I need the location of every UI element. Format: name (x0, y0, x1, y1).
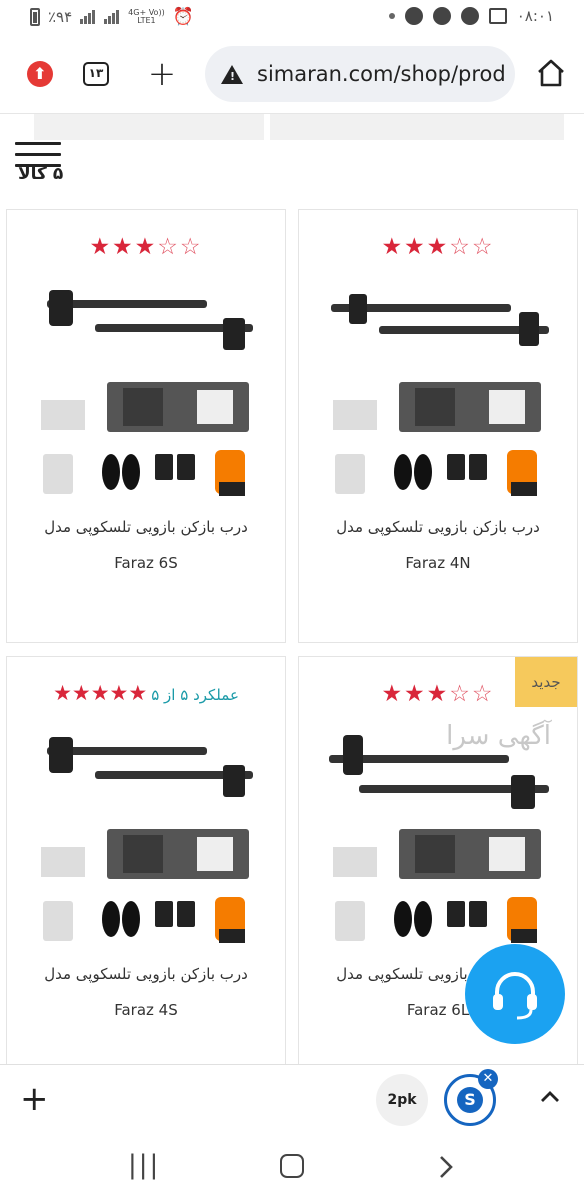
close-icon[interactable]: ✕ (478, 1069, 498, 1089)
page-content: ۵ کالا ★★★☆☆ درب بازکن بازویی تلسکوپی مد… (0, 114, 584, 1064)
rating-stars: ★★★☆☆ (381, 234, 495, 260)
shield-icon (432, 7, 451, 25)
product-image (41, 290, 253, 496)
network-type: 4G+ Vo)) LTE1 (128, 8, 165, 25)
check-icon (460, 7, 479, 25)
top-strip (34, 114, 264, 140)
chevron-up-icon[interactable] (538, 1085, 562, 1109)
tabs-button[interactable]: ۱۳ (78, 56, 114, 92)
system-nav-bar: ||| (0, 1132, 584, 1200)
alarm-icon: ⏰ (172, 7, 194, 27)
rating-stars: ★★★☆☆ (89, 234, 203, 260)
signal-icon-2 (104, 10, 120, 24)
support-chat-button[interactable] (465, 944, 565, 1044)
rating-text: عملکرد ۵ از ۵ (151, 686, 239, 704)
tab-count: ۱۳ (83, 62, 109, 86)
rating-stars: ★★★☆☆ (381, 681, 495, 707)
rating-stars: ★★★★★ عملکرد ۵ از ۵ (53, 681, 239, 705)
signal-icon (80, 10, 96, 24)
back-icon[interactable] (436, 1154, 456, 1180)
product-model: Faraz 6S (114, 554, 178, 572)
headset-icon (493, 972, 537, 1020)
recent-apps-icon[interactable]: ||| (128, 1150, 160, 1180)
battery-icon (30, 8, 40, 26)
product-model: Faraz 4S (114, 1001, 178, 1019)
product-image (331, 294, 549, 496)
browser-toolbar: ⬆ ۱۳ + ! simaran.com/shop/prod (0, 36, 584, 114)
product-image (41, 737, 253, 943)
new-tab-button[interactable]: + (144, 56, 180, 92)
product-image (329, 735, 549, 943)
arrow-up-icon: ⬆ (27, 61, 53, 87)
notification-dot-icon (388, 13, 395, 19)
product-card[interactable]: ★★★☆☆ درب بازکن بازویی تلسکوپی مدل Faraz… (6, 209, 286, 643)
warning-icon: ! (221, 64, 243, 84)
whatsapp-icon (404, 7, 423, 25)
product-count: ۵ کالا (18, 164, 64, 184)
add-icon[interactable]: + (20, 1079, 49, 1119)
browser-bottom-bar: + 2pk S ✕ (0, 1064, 584, 1132)
url-text: simaran.com/shop/prod (257, 62, 506, 86)
product-card[interactable]: ★★★☆☆ درب بازکن بازویی تلسکوپی مدل Faraz… (298, 209, 578, 643)
product-title: درب بازکن بازویی تلسکوپی مدل (44, 518, 248, 536)
product-card[interactable]: ★★★★★ عملکرد ۵ از ۵ درب بازکن بازویی تلسک… (6, 656, 286, 1064)
product-title: درب بازکن بازویی تلسکوپی مدل (336, 518, 540, 536)
extension-2pk-button[interactable]: 2pk (376, 1074, 428, 1126)
product-model: Faraz 4N (405, 554, 471, 572)
address-bar[interactable]: ! simaran.com/shop/prod (205, 46, 515, 102)
home-nav-icon[interactable] (280, 1154, 304, 1178)
status-bar: ٪۹۴ 4G+ Vo)) LTE1 ⏰ ۰۸:۰۱ (0, 0, 584, 36)
top-strip (270, 114, 564, 140)
home-icon[interactable] (536, 58, 566, 88)
gallery-icon (488, 8, 507, 24)
clock: ۰۸:۰۱ (516, 7, 554, 25)
s-icon: S (457, 1087, 483, 1113)
upgrade-button[interactable]: ⬆ (22, 56, 58, 92)
battery-percent: ٪۹۴ (48, 8, 73, 26)
product-title: درب بازکن بازویی تلسکوپی مدل (44, 965, 248, 983)
plus-icon: + (147, 54, 177, 94)
